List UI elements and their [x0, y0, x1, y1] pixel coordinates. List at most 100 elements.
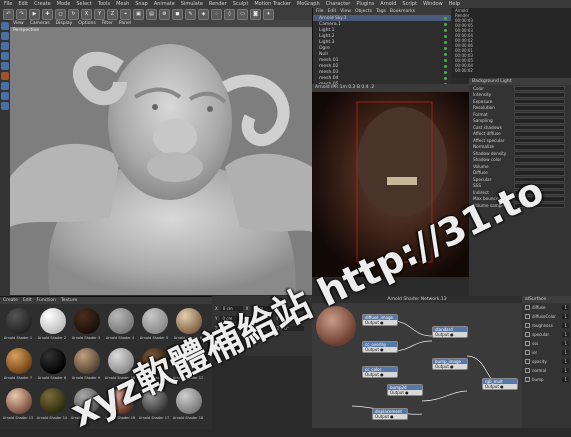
om-menu-bookmarks[interactable]: Bookmarks — [390, 9, 415, 14]
attribute-slider[interactable] — [514, 131, 565, 137]
node-attribute-field[interactable]: 1 — [562, 377, 569, 382]
viewport-menu-view[interactable]: View — [13, 21, 24, 26]
lock-icon[interactable] — [1, 102, 9, 110]
node-attribute-field[interactable]: 1 — [562, 359, 569, 364]
material-ball-icon[interactable] — [74, 308, 100, 334]
node-attribute-field[interactable]: 1 — [562, 332, 569, 337]
menu-item-sculpt[interactable]: Sculpt — [233, 1, 249, 7]
visibility-icon[interactable] — [444, 58, 447, 62]
menu-item-edit[interactable]: Edit — [18, 1, 28, 7]
menu-item-help[interactable]: Help — [449, 1, 460, 7]
node-attribute-field[interactable]: 1 — [562, 350, 569, 355]
shader-node[interactable]: bump2d Output ● — [387, 384, 423, 396]
menu-item-motion-tracker[interactable]: Motion Tracker — [254, 1, 291, 7]
shader-node[interactable]: standard Output ● — [432, 326, 468, 338]
menu-item-select[interactable]: Select — [76, 1, 91, 7]
workplane-icon[interactable] — [1, 92, 9, 100]
visibility-icon[interactable] — [444, 52, 447, 56]
viewport[interactable]: View Cameras Display Options Filter Panel Per… — [10, 20, 312, 295]
render-settings-icon[interactable]: ⚙ — [159, 8, 170, 20]
visibility-icon[interactable] — [444, 46, 447, 50]
visibility-icon[interactable] — [444, 22, 447, 26]
om-menu-edit[interactable]: Edit — [328, 9, 337, 14]
attribute-slider[interactable] — [514, 98, 565, 104]
visibility-icon[interactable] — [444, 16, 447, 20]
material-ball-icon[interactable] — [176, 388, 202, 414]
node-port[interactable]: Output ● — [363, 320, 397, 325]
attribute-slider[interactable] — [514, 137, 565, 143]
shader-node[interactable]: diffuse_image Output ● — [362, 314, 398, 326]
menu-item-animate[interactable]: Animate — [154, 1, 175, 7]
viewport-menu-cameras[interactable]: Cameras — [30, 21, 50, 26]
snap-icon[interactable] — [1, 82, 9, 90]
visibility-icon[interactable] — [444, 64, 447, 68]
menu-item-arnold[interactable]: Arnold — [380, 1, 396, 7]
attribute-slider[interactable] — [514, 150, 565, 156]
shader-node[interactable]: bump_image Output ● — [432, 358, 468, 370]
material-menu-texture[interactable]: Texture — [61, 298, 77, 303]
node-port[interactable]: Output ● — [433, 332, 467, 337]
redo-icon[interactable]: ↷ — [16, 8, 27, 20]
menu-item-plugins[interactable]: Plugins — [356, 1, 374, 7]
rotate-icon[interactable]: ↻ — [68, 8, 79, 20]
material-ball-icon[interactable] — [108, 308, 134, 334]
menu-item-mode[interactable]: Mode — [57, 1, 71, 7]
axis-y-icon[interactable]: Y — [94, 8, 105, 20]
attribute-slider[interactable] — [514, 105, 565, 111]
material-ball-icon[interactable] — [6, 348, 32, 374]
menu-item-file[interactable]: File — [4, 1, 12, 7]
material-ball-icon[interactable] — [6, 388, 32, 414]
viewport-menu-panel[interactable]: Panel — [119, 21, 131, 26]
node-port[interactable]: Output ● — [363, 347, 397, 352]
shader-node[interactable]: rgb_mult Output ● — [482, 378, 518, 390]
visibility-icon[interactable] — [444, 40, 447, 44]
viewport-menu-options[interactable]: Options — [78, 21, 95, 26]
array-icon[interactable]: ⁘ — [211, 8, 222, 20]
om-menu-tags[interactable]: Tags — [376, 9, 386, 14]
node-port[interactable]: Output ● — [433, 364, 467, 369]
visibility-icon[interactable] — [444, 34, 447, 38]
attribute-slider[interactable] — [514, 124, 565, 130]
select-icon[interactable]: ▶ — [29, 8, 40, 20]
material-ball-icon[interactable] — [142, 308, 168, 334]
menu-item-tools[interactable]: Tools — [98, 1, 110, 7]
om-menu-objects[interactable]: Objects — [355, 9, 372, 14]
menu-item-render[interactable]: Render — [209, 1, 227, 7]
undo-icon[interactable]: ↶ — [3, 8, 14, 20]
material-ball-icon[interactable] — [40, 348, 66, 374]
deformer-icon[interactable]: ◊ — [224, 8, 235, 20]
menu-item-snap[interactable]: Snap — [135, 1, 148, 7]
viewport-menu-filter[interactable]: Filter — [102, 21, 113, 26]
checkbox-icon[interactable] — [525, 350, 530, 355]
material-menu-create[interactable]: Create — [3, 298, 18, 303]
model-mode-icon[interactable] — [1, 22, 9, 30]
node-attribute-field[interactable]: 1 — [562, 323, 569, 328]
node-attribute-field[interactable]: 1 — [562, 314, 569, 319]
node-port[interactable]: Output ● — [388, 390, 422, 395]
menu-item-mograph[interactable]: MoGraph — [297, 1, 320, 7]
render-view-icon[interactable]: ▣ — [133, 8, 144, 20]
visibility-icon[interactable] — [444, 76, 447, 80]
menu-item-window[interactable]: Window — [423, 1, 443, 7]
floor-icon[interactable]: ▭ — [237, 8, 248, 20]
visibility-icon[interactable] — [444, 70, 447, 74]
material-menu-edit[interactable]: Edit — [23, 298, 32, 303]
shader-node[interactable]: cc_overlay Output ● — [362, 341, 398, 353]
polygons-mode-icon[interactable] — [1, 62, 9, 70]
menu-item-create[interactable]: Create — [34, 1, 51, 7]
viewport-menu-display[interactable]: Display — [56, 21, 73, 26]
visibility-icon[interactable] — [444, 28, 447, 32]
attribute-slider[interactable] — [514, 85, 565, 91]
node-port[interactable]: Output ● — [483, 384, 517, 389]
checkbox-icon[interactable] — [525, 368, 530, 373]
scale-icon[interactable]: ◻ — [55, 8, 66, 20]
render-icon[interactable]: ▤ — [146, 8, 157, 20]
node-port[interactable]: Output ● — [363, 372, 397, 377]
cube-icon[interactable]: ◼ — [172, 8, 183, 20]
checkbox-icon[interactable] — [525, 332, 530, 337]
shader-node[interactable]: displacement Output ● — [372, 408, 408, 420]
checkbox-icon[interactable] — [525, 305, 530, 310]
sculpt-mode-icon[interactable] — [1, 72, 9, 80]
attribute-slider[interactable] — [514, 92, 565, 98]
points-mode-icon[interactable] — [1, 42, 9, 50]
